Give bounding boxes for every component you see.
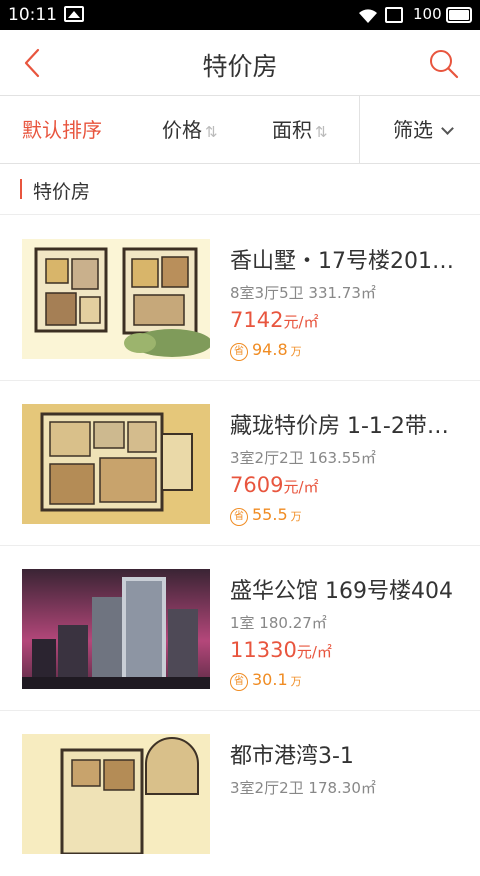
- section-header: 特价房: [0, 165, 480, 215]
- chevron-down-icon: [441, 122, 454, 135]
- listing-saving: 省 94.8 万: [230, 340, 302, 361]
- saving-badge-icon: 省: [230, 343, 248, 361]
- listing-specs: 1室 180.27㎡: [230, 614, 327, 632]
- search-icon[interactable]: [428, 48, 460, 80]
- top-nav-bar: 特价房: [0, 30, 480, 96]
- listing-title: 藏珑特价房 1-1-2带…: [230, 414, 449, 439]
- price-unit: 元/㎡: [283, 478, 319, 496]
- filter-label: 筛选: [393, 118, 433, 142]
- saving-unit: 万: [290, 345, 302, 358]
- listing-title: 香山墅・17号楼201…: [230, 249, 454, 274]
- saving-unit: 万: [290, 675, 302, 688]
- price-value: 7609: [230, 473, 284, 497]
- sort-bar: 默认排序 价格 ⇅ 面积 ⇅ 筛选: [0, 96, 480, 164]
- sort-divider: [359, 96, 360, 164]
- sort-default-tab[interactable]: 默认排序: [22, 96, 102, 164]
- sort-arrows-icon: ⇅: [315, 123, 328, 141]
- listing-item[interactable]: 盛华公馆 169号楼404 1室 180.27㎡ 11330元/㎡ 省 30.1 万: [0, 546, 480, 711]
- sort-price-tab[interactable]: 价格 ⇅: [162, 96, 218, 164]
- listing-specs: 3室2厅2卫 178.30㎡: [230, 779, 376, 797]
- sort-price-label: 价格: [162, 118, 202, 142]
- listing-title: 盛华公馆 169号楼404: [230, 579, 453, 604]
- saving-badge-icon: 省: [230, 508, 248, 526]
- building-photo-thumbnail: [22, 569, 210, 689]
- image-notification-icon: [64, 6, 84, 22]
- listing-item[interactable]: 香山墅・17号楼201… 8室3厅5卫 331.73㎡ 7142元/㎡ 省 94.…: [0, 216, 480, 381]
- filter-tab[interactable]: 筛选: [393, 96, 454, 164]
- sort-default-label: 默认排序: [22, 118, 102, 142]
- listing-saving: 省 55.5 万: [230, 505, 302, 526]
- listing-saving: 省 30.1 万: [230, 670, 302, 691]
- listing-price: 11330元/㎡: [230, 638, 332, 662]
- status-time: 10:11: [8, 5, 57, 25]
- floorplan-thumbnail: [22, 239, 210, 359]
- battery-level: 100: [413, 5, 442, 23]
- sort-area-label: 面积: [272, 118, 312, 142]
- price-value: 11330: [230, 638, 297, 662]
- listing-specs: 8室3厅5卫 331.73㎡: [230, 284, 376, 302]
- listing-specs: 3室2厅2卫 163.55㎡: [230, 449, 376, 467]
- price-value: 7142: [230, 308, 284, 332]
- section-title: 特价房: [33, 181, 91, 203]
- listing-item[interactable]: 都市港湾3-1 3室2厅2卫 178.30㎡: [0, 711, 480, 876]
- page-title: 特价房: [202, 52, 278, 81]
- price-unit: 元/㎡: [283, 313, 319, 331]
- wifi-icon: [359, 9, 377, 23]
- price-unit: 元/㎡: [296, 643, 332, 661]
- status-bar: 10:11 100: [0, 0, 480, 30]
- saving-value: 94.8: [252, 340, 288, 359]
- sim-icon: [385, 7, 403, 23]
- saving-value: 55.5: [252, 505, 288, 524]
- saving-badge-icon: 省: [230, 673, 248, 691]
- floorplan-thumbnail: [22, 734, 210, 854]
- saving-unit: 万: [290, 510, 302, 523]
- listing-price: 7609元/㎡: [230, 473, 319, 497]
- section-marker: [20, 179, 22, 199]
- listing-price: 7142元/㎡: [230, 308, 319, 332]
- floorplan-thumbnail: [22, 404, 210, 524]
- listing-title: 都市港湾3-1: [230, 744, 354, 769]
- sort-area-tab[interactable]: 面积 ⇅: [272, 96, 328, 164]
- sort-arrows-icon: ⇅: [205, 123, 218, 141]
- listing-item[interactable]: 藏珑特价房 1-1-2带… 3室2厅2卫 163.55㎡ 7609元/㎡ 省 55…: [0, 381, 480, 546]
- battery-icon: [446, 7, 472, 23]
- saving-value: 30.1: [252, 670, 288, 689]
